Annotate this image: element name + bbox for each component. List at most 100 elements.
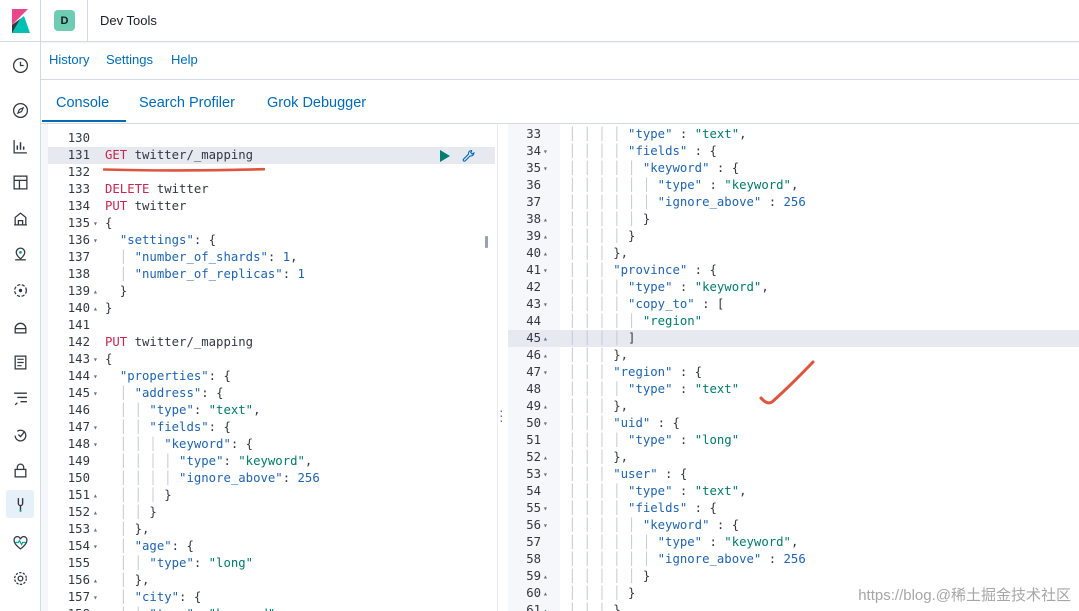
code-line[interactable]: 136 ▾ "settings": {	[41, 232, 497, 249]
code-line[interactable]: 150 │ │ │ │ "ignore_above": 256	[41, 470, 497, 487]
code-line[interactable]: 140 ▴}	[41, 300, 497, 317]
code-line[interactable]: 34 ▾ │ │ │ │ "fields" : {	[508, 143, 1079, 160]
code-line[interactable]: 141	[41, 317, 497, 334]
compass-icon[interactable]	[8, 98, 32, 122]
code-line[interactable]: 130	[41, 130, 497, 147]
code-line[interactable]: 57 │ │ │ │ │ │ "type" : "keyword",	[508, 534, 1079, 551]
fold-arrow-up-icon[interactable]: ▴	[93, 283, 98, 300]
history-link[interactable]: History	[49, 52, 89, 67]
panel-splitter[interactable]	[497, 124, 508, 611]
play-icon[interactable]	[439, 150, 451, 162]
drag-handle-icon[interactable]: · · ·	[499, 403, 504, 427]
maps-icon[interactable]	[8, 242, 32, 266]
fold-arrow-down-icon[interactable]: ▾	[543, 143, 548, 160]
code-line[interactable]: 135 ▾ {	[41, 215, 497, 232]
fold-arrow-up-icon[interactable]: ▴	[543, 211, 548, 228]
code-line[interactable]: 54 │ │ │ │ "type" : "text",	[508, 483, 1079, 500]
code-line[interactable]: 139 ▴ }	[41, 283, 497, 300]
fold-arrow-up-icon[interactable]: ▴	[93, 487, 98, 504]
code-line[interactable]: 59 ▴ │ │ │ │ │ }	[508, 568, 1079, 585]
fold-arrow-up-icon[interactable]: ▴	[93, 521, 98, 538]
code-line[interactable]: 50 ▾ │ │ │ "uid" : {	[508, 415, 1079, 432]
code-line[interactable]: 36 │ │ │ │ │ │ "type" : "keyword",	[508, 177, 1079, 194]
fold-arrow-up-icon[interactable]: ▴	[543, 245, 548, 262]
fold-arrow-up-icon[interactable]: ▴	[543, 449, 548, 466]
code-line[interactable]: 146 │ │ "type": "text",	[41, 402, 497, 419]
fold-arrow-up-icon[interactable]: ▴	[543, 398, 548, 415]
fold-arrow-down-icon[interactable]: ▾	[93, 368, 98, 385]
fold-arrow-up-icon[interactable]: ▴	[543, 347, 548, 364]
code-line[interactable]: 53 ▾ │ │ │ "user" : {	[508, 466, 1079, 483]
logs-icon[interactable]	[8, 350, 32, 374]
uptime-icon[interactable]	[8, 422, 32, 446]
visualize-icon[interactable]	[8, 134, 32, 158]
code-line[interactable]: 149 │ │ │ │ "type": "keyword",	[41, 453, 497, 470]
code-line[interactable]: 37 │ │ │ │ │ │ "ignore_above" : 256	[508, 194, 1079, 211]
code-line[interactable]: 33 │ │ │ │ "type" : "text",	[508, 126, 1079, 143]
fold-arrow-up-icon[interactable]: ▴	[543, 228, 548, 245]
fold-arrow-down-icon[interactable]: ▾	[543, 160, 548, 177]
code-line[interactable]: 133 DELETE twitter	[41, 181, 497, 198]
code-line[interactable]: 42 │ │ │ │ "type" : "keyword",	[508, 279, 1079, 296]
code-line[interactable]: 39 ▴ │ │ │ │ }	[508, 228, 1079, 245]
code-line[interactable]: 153 ▴ │ },	[41, 521, 497, 538]
code-line[interactable]: 35 ▾ │ │ │ │ │ "keyword" : {	[508, 160, 1079, 177]
dashboard-icon[interactable]	[8, 170, 32, 194]
fold-arrow-down-icon[interactable]: ▾	[93, 215, 98, 232]
security-icon[interactable]	[8, 458, 32, 482]
code-line[interactable]: 156 ▴ │ },	[41, 572, 497, 589]
code-line[interactable]: 143 ▾ {	[41, 351, 497, 368]
fold-arrow-down-icon[interactable]: ▾	[543, 296, 548, 313]
fold-arrow-down-icon[interactable]: ▾	[93, 589, 98, 606]
fold-arrow-down-icon[interactable]: ▾	[93, 232, 98, 249]
editor-scrollbar[interactable]	[485, 236, 488, 248]
code-line[interactable]: 51 │ │ │ │ "type" : "long"	[508, 432, 1079, 449]
fold-arrow-down-icon[interactable]: ▾	[543, 262, 548, 279]
code-line[interactable]: 43 ▾ │ │ │ │ "copy_to" : [	[508, 296, 1079, 313]
fold-arrow-down-icon[interactable]: ▾	[93, 351, 98, 368]
code-line[interactable]: 131 GET twitter/_mapping	[48, 147, 495, 164]
code-line[interactable]: 41 ▾ │ │ │ "province" : {	[508, 262, 1079, 279]
fold-arrow-up-icon[interactable]: ▴	[543, 568, 548, 585]
fold-arrow-up-icon[interactable]: ▴	[543, 602, 548, 611]
code-line[interactable]: 38 ▴ │ │ │ │ │ }	[508, 211, 1079, 228]
fold-arrow-up-icon[interactable]: ▴	[543, 330, 548, 347]
fold-arrow-down-icon[interactable]: ▾	[543, 500, 548, 517]
fold-arrow-down-icon[interactable]: ▾	[543, 517, 548, 534]
code-line[interactable]: 55 ▾ │ │ │ │ "fields" : {	[508, 500, 1079, 517]
fold-arrow-up-icon[interactable]: ▴	[93, 572, 98, 589]
code-line[interactable]: 142 PUT twitter/_mapping	[41, 334, 497, 351]
fold-arrow-down-icon[interactable]: ▾	[543, 364, 548, 381]
wrench-icon[interactable]	[461, 148, 477, 164]
code-line[interactable]: 138 │ "number_of_replicas": 1	[41, 266, 497, 283]
fold-arrow-down-icon[interactable]: ▾	[93, 419, 98, 436]
ml-icon[interactable]	[8, 278, 32, 302]
fold-arrow-up-icon[interactable]: ▴	[93, 504, 98, 521]
code-line[interactable]: 155 │ │ "type": "long"	[41, 555, 497, 572]
tab-grok-debugger[interactable]: Grok Debugger	[267, 95, 366, 111]
fold-arrow-down-icon[interactable]: ▾	[543, 415, 548, 432]
fold-arrow-up-icon[interactable]: ▴	[93, 300, 98, 317]
code-line[interactable]: 145 ▾ │ "address": {	[41, 385, 497, 402]
code-line[interactable]: 44 │ │ │ │ │ "region"	[508, 313, 1079, 330]
code-line[interactable]: 148 ▾ │ │ │ "keyword": {	[41, 436, 497, 453]
request-editor[interactable]: 130 131 GET twitter/_mapping 132 133 DELETE t…	[41, 124, 497, 611]
code-line[interactable]: 134 PUT twitter	[41, 198, 497, 215]
code-line[interactable]: 40 ▴ │ │ │ },	[508, 245, 1079, 262]
tab-search-profiler[interactable]: Search Profiler	[139, 95, 235, 111]
fold-arrow-down-icon[interactable]: ▾	[93, 538, 98, 555]
fold-arrow-down-icon[interactable]: ▾	[93, 385, 98, 402]
fold-arrow-up-icon[interactable]: ▴	[543, 585, 548, 602]
code-line[interactable]: 52 ▴ │ │ │ },	[508, 449, 1079, 466]
apm-icon[interactable]	[8, 386, 32, 410]
devtools-icon[interactable]	[6, 490, 34, 518]
settings-link[interactable]: Settings	[106, 52, 153, 67]
space-avatar[interactable]: D	[54, 10, 75, 31]
help-link[interactable]: Help	[171, 52, 198, 67]
code-line[interactable]: 137 │ "number_of_shards": 1,	[41, 249, 497, 266]
fold-arrow-down-icon[interactable]: ▾	[93, 436, 98, 453]
fold-arrow-down-icon[interactable]: ▾	[543, 466, 548, 483]
monitoring-icon[interactable]	[8, 530, 32, 554]
code-line[interactable]: 144 ▾ "properties": {	[41, 368, 497, 385]
code-line[interactable]: 58 │ │ │ │ │ │ "ignore_above" : 256	[508, 551, 1079, 568]
